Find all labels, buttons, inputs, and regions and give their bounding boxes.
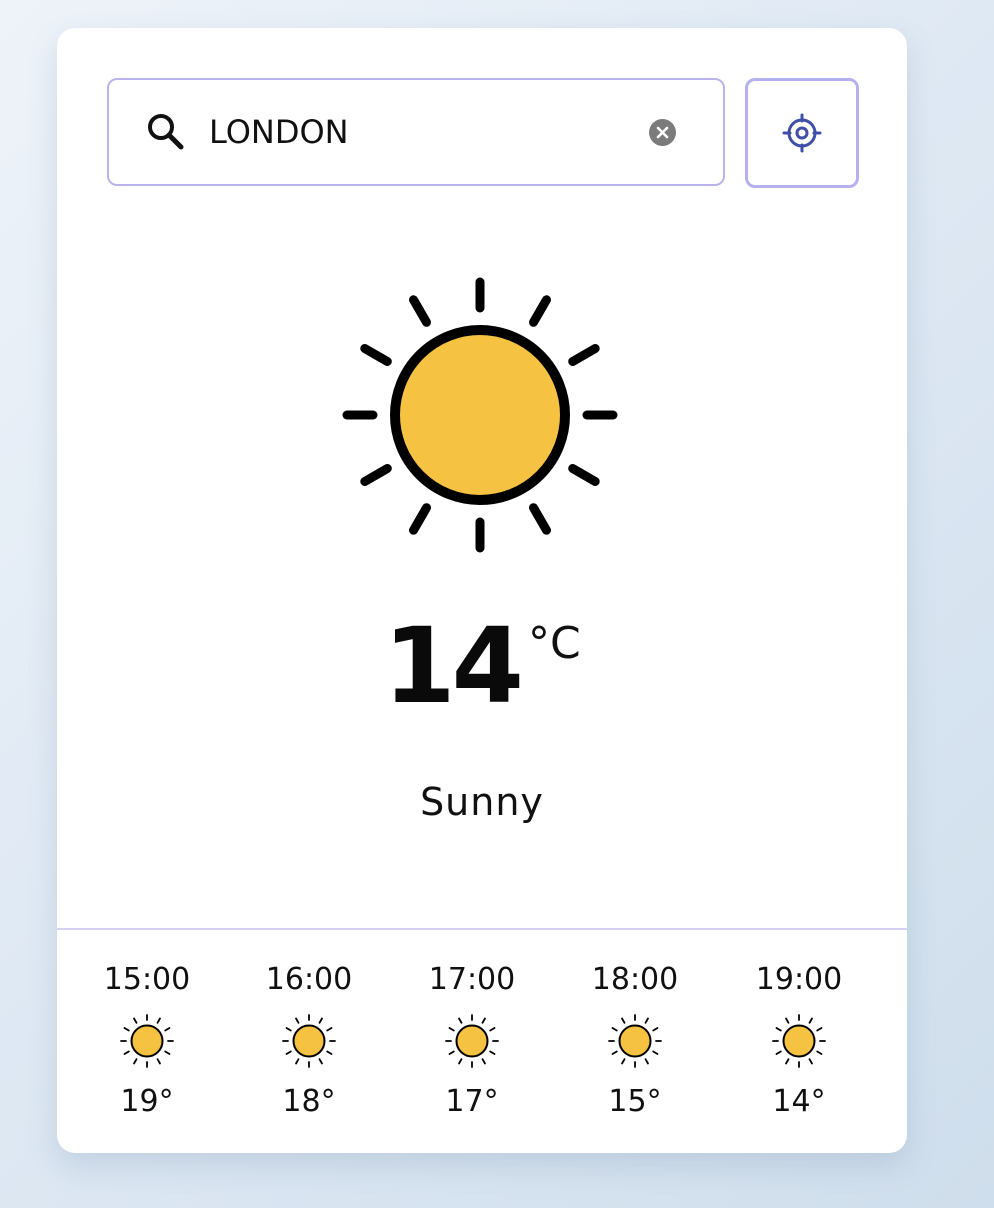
- forecast-item: 16:00 18°: [239, 958, 379, 1128]
- forecast-time: 16:00: [265, 962, 353, 997]
- forecast-item: 15:00 19°: [77, 958, 217, 1128]
- forecast-temp: 14°: [772, 1084, 826, 1119]
- current-location-button[interactable]: [745, 78, 859, 188]
- forecast-temp: 17°: [445, 1084, 499, 1119]
- sun-icon: [608, 1014, 662, 1068]
- hourly-forecast: 15:00 19° 16:00 18° 17:00 17° 18:00 15° …: [57, 958, 907, 1128]
- close-icon: [656, 126, 669, 139]
- clear-search-button[interactable]: [649, 119, 676, 146]
- temperature-unit: °C: [528, 618, 581, 669]
- sun-icon: [342, 277, 618, 553]
- search-box[interactable]: [107, 78, 725, 186]
- sun-icon: [120, 1014, 174, 1068]
- forecast-temp: 18°: [282, 1084, 336, 1119]
- weather-card: 14°C Sunny 15:00 19° 16:00: [57, 28, 907, 1153]
- forecast-time: 18:00: [591, 962, 679, 997]
- forecast-time: 17:00: [428, 962, 516, 997]
- forecast-temp: 15°: [608, 1084, 662, 1119]
- current-temperature: 14 °C: [57, 606, 907, 726]
- search-icon: [148, 114, 184, 150]
- search-input[interactable]: [209, 106, 629, 158]
- sun-icon: [772, 1014, 826, 1068]
- forecast-item: 17:00 17°: [402, 958, 542, 1128]
- divider: [57, 928, 907, 930]
- weather-condition: Sunny: [420, 780, 544, 824]
- sun-icon: [445, 1014, 499, 1068]
- forecast-time: 15:00: [103, 962, 191, 997]
- sun-icon: [282, 1014, 336, 1068]
- forecast-item: 19:00 14°: [729, 958, 869, 1128]
- forecast-time: 19:00: [755, 962, 843, 997]
- target-location-icon: [782, 113, 822, 153]
- temperature-value: 14: [383, 605, 524, 727]
- forecast-item: 18:00 15°: [565, 958, 705, 1128]
- forecast-temp: 19°: [120, 1084, 174, 1119]
